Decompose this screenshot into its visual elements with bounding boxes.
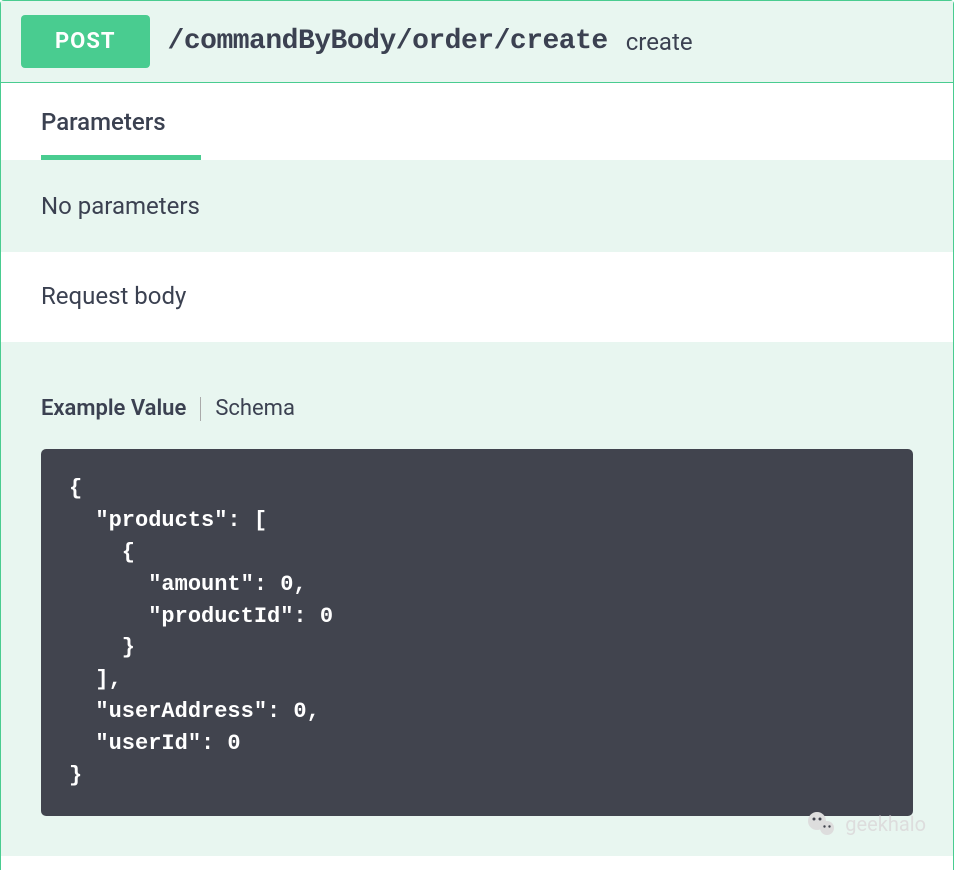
watermark: geekhalo [805,808,926,840]
parameters-tab-underline [41,155,201,160]
parameters-section: Parameters [1,83,953,160]
api-operation-panel: POST /commandByBody/order/create create … [0,0,954,870]
example-json-block[interactable]: { "products": [ { "amount": 0, "productI… [41,449,913,816]
body-tabs: Example Value Schema [41,396,913,421]
wechat-icon [805,808,837,840]
no-parameters-message: No parameters [1,160,953,252]
endpoint-path: /commandByBody/order/create [168,26,608,57]
endpoint-summary: create [626,28,693,56]
request-body-heading: Request body [1,252,953,342]
watermark-text: geekhalo [845,812,926,836]
tab-schema[interactable]: Schema [215,396,295,421]
tab-example-value[interactable]: Example Value [41,396,186,421]
tab-divider [200,397,201,421]
parameters-heading: Parameters [1,83,953,160]
request-body-content: Example Value Schema { "products": [ { "… [1,342,953,856]
http-method-badge: POST [21,15,150,68]
operation-header[interactable]: POST /commandByBody/order/create create [1,1,953,83]
